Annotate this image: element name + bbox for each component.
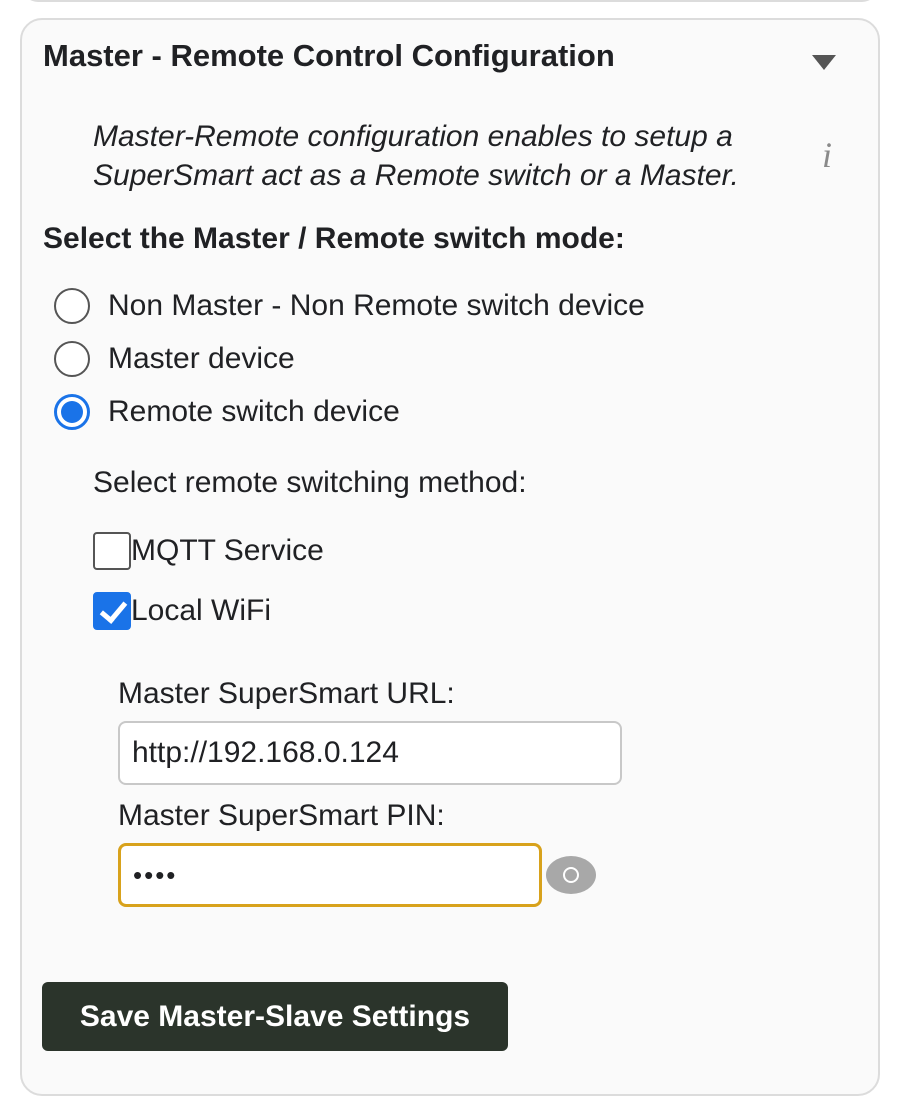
master-pin-input[interactable] bbox=[118, 843, 542, 907]
radio-button[interactable] bbox=[54, 288, 90, 324]
checkbox-checked[interactable] bbox=[93, 592, 131, 630]
radio-label: Master device bbox=[108, 342, 295, 375]
eye-icon[interactable] bbox=[546, 856, 596, 894]
previous-card-edge bbox=[22, 0, 878, 2]
caret-down-icon[interactable] bbox=[812, 55, 836, 70]
radio-button[interactable] bbox=[54, 341, 90, 377]
checkbox-option-local-wifi[interactable]: Local WiFi bbox=[93, 590, 271, 632]
checkbox-label: Local WiFi bbox=[131, 594, 272, 627]
radio-option-remote[interactable]: Remote switch device bbox=[54, 390, 400, 434]
radio-option-non-master[interactable]: Non Master - Non Remote switch device bbox=[54, 284, 645, 328]
master-url-input[interactable] bbox=[118, 721, 622, 785]
master-pin-label: Master SuperSmart PIN: bbox=[118, 799, 445, 832]
info-icon[interactable]: i bbox=[822, 134, 832, 176]
radio-label: Remote switch device bbox=[108, 395, 400, 428]
master-url-label: Master SuperSmart URL: bbox=[118, 677, 455, 710]
radio-button-selected[interactable] bbox=[54, 394, 90, 430]
checkbox-label: MQTT Service bbox=[131, 534, 324, 567]
mode-heading: Select the Master / Remote switch mode: bbox=[43, 222, 625, 255]
section-title: Master - Remote Control Configuration bbox=[43, 38, 615, 73]
section-description: Master-Remote configuration enables to s… bbox=[93, 120, 739, 192]
radio-option-master[interactable]: Master device bbox=[54, 337, 295, 381]
checkbox-option-mqtt[interactable]: MQTT Service bbox=[93, 530, 324, 572]
save-settings-button[interactable]: Save Master-Slave Settings bbox=[42, 982, 508, 1051]
radio-label: Non Master - Non Remote switch device bbox=[108, 289, 645, 322]
checkbox[interactable] bbox=[93, 532, 131, 570]
method-heading: Select remote switching method: bbox=[93, 466, 527, 499]
